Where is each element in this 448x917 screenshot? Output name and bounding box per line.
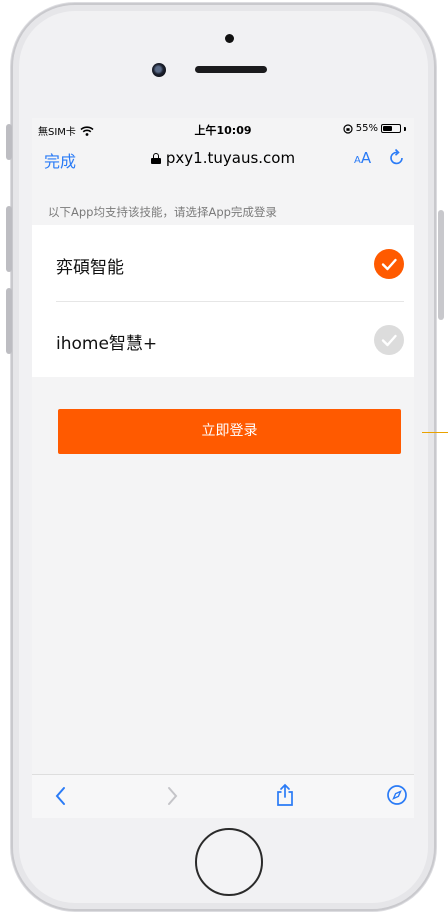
screen: 無SIM卡 上午10:09 55% 完成 pxy1.tuyaus.com AA [32, 118, 414, 818]
forward-icon[interactable] [165, 785, 179, 807]
app-name: 弈碩智能 [56, 258, 124, 278]
orientation-lock-icon [343, 123, 353, 134]
volume-down-button [6, 288, 12, 354]
battery-icon [381, 124, 401, 133]
unchecked-icon[interactable] [374, 325, 404, 355]
lock-icon [150, 153, 161, 164]
login-button[interactable]: 立即登录 [58, 409, 401, 454]
volume-up-button [6, 206, 12, 272]
list-item[interactable]: ihome智慧+ [32, 301, 414, 377]
back-icon[interactable] [54, 785, 68, 807]
mute-switch [6, 124, 12, 160]
reload-icon[interactable] [389, 148, 405, 166]
list-item[interactable]: 弈碩智能 [32, 225, 414, 302]
checked-icon[interactable] [374, 249, 404, 279]
url-text: pxy1.tuyaus.com [165, 149, 296, 167]
earpiece-speaker [195, 66, 267, 73]
annotation-line [422, 432, 448, 433]
battery-percent: 55% [355, 123, 378, 134]
app-name: ihome智慧+ [56, 334, 158, 354]
text-size-button[interactable]: AA [354, 149, 371, 167]
instruction-text: 以下App均支持该技能，请选择App完成登录 [48, 205, 277, 219]
proximity-sensor [225, 34, 234, 43]
power-button [438, 210, 444, 320]
browser-nav-bar: 完成 pxy1.tuyaus.com AA [32, 142, 414, 174]
compass-icon[interactable] [386, 784, 408, 806]
share-icon[interactable] [275, 783, 295, 807]
browser-toolbar [32, 774, 414, 818]
status-bar: 無SIM卡 上午10:09 55% [32, 118, 414, 140]
home-button [195, 828, 263, 896]
app-list: 弈碩智能 ihome智慧+ [32, 225, 414, 377]
front-camera [152, 63, 166, 77]
